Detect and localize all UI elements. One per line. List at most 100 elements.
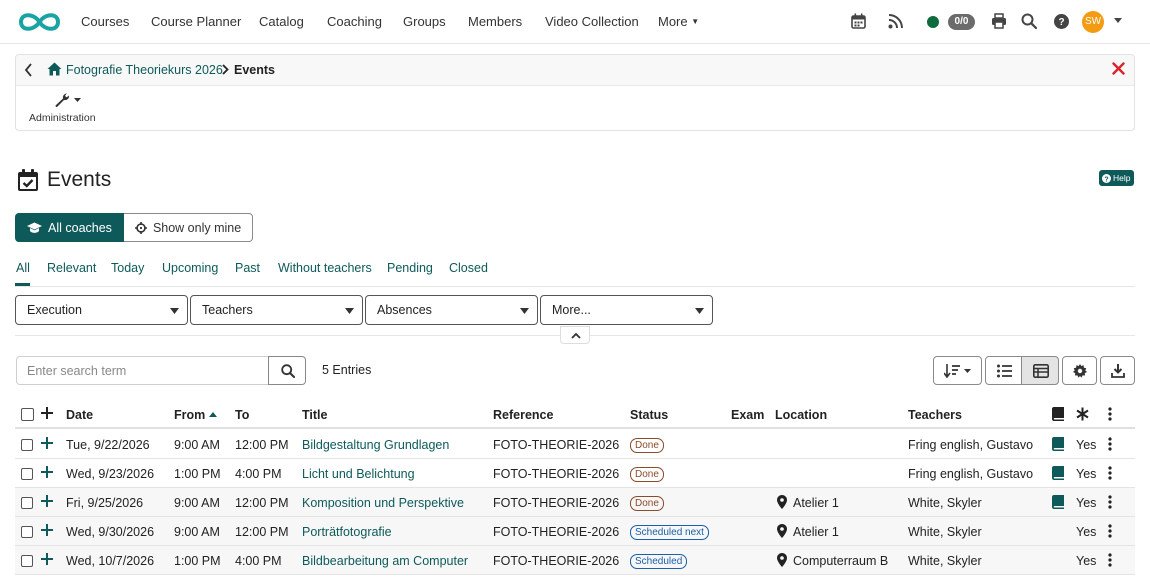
expand-row-icon[interactable] [41, 524, 53, 536]
tab-past[interactable]: Past [235, 261, 260, 275]
event-title-link[interactable]: Licht und Belichtung [302, 467, 415, 481]
chevron-down-icon[interactable] [1114, 18, 1122, 23]
column-title[interactable]: Title [302, 408, 327, 422]
all-coaches-label: All coaches [48, 220, 112, 235]
more-vertical-icon[interactable] [1108, 407, 1112, 421]
expand-row-icon[interactable] [41, 495, 53, 507]
course-toolbar: Fotografie Theoriekurs 2026 Events Admin… [15, 54, 1135, 131]
calendar-icon[interactable] [851, 13, 866, 29]
list-view-button[interactable] [985, 356, 1022, 385]
sort-icon [944, 364, 974, 378]
rss-icon[interactable] [888, 13, 903, 29]
home-icon[interactable] [47, 62, 62, 76]
nav-more-label: More [658, 14, 688, 29]
column-from[interactable]: From [174, 408, 217, 422]
user-avatar[interactable]: SW [1082, 11, 1104, 33]
online-status-icon[interactable] [927, 16, 939, 28]
expand-row-icon[interactable] [41, 437, 53, 449]
nav-groups[interactable]: Groups [403, 14, 446, 29]
event-title-link[interactable]: Porträtfotografie [302, 525, 392, 539]
administration-button[interactable] [54, 92, 82, 108]
column-date[interactable]: Date [66, 408, 93, 422]
counter-badge[interactable]: 0/0 [948, 14, 975, 30]
sort-asc-icon [208, 412, 217, 417]
event-title-link[interactable]: Komposition und Perspektive [302, 496, 464, 510]
expand-row-icon[interactable] [41, 553, 53, 565]
nav-courses[interactable]: Courses [81, 14, 129, 29]
breadcrumb-course-link[interactable]: Fotografie Theoriekurs 2026 [66, 63, 223, 77]
book-icon[interactable] [1052, 437, 1064, 451]
tab-closed[interactable]: Closed [449, 261, 488, 275]
column-location[interactable]: Location [775, 408, 827, 422]
asterisk-icon[interactable] [1076, 407, 1089, 421]
back-icon[interactable] [24, 63, 33, 77]
cell-to: 12:00 PM [235, 496, 289, 510]
row-actions-icon[interactable] [1108, 524, 1112, 538]
expand-all-icon[interactable] [41, 407, 53, 419]
row-checkbox[interactable] [21, 439, 33, 451]
search-icon[interactable] [1021, 13, 1037, 29]
select-all-checkbox[interactable] [21, 408, 34, 421]
event-tabs: All Relevant Today Upcoming Past Without… [15, 261, 1135, 287]
nav-video-collection[interactable]: Video Collection [545, 14, 639, 29]
row-actions-icon[interactable] [1108, 495, 1112, 509]
tab-without-teachers[interactable]: Without teachers [278, 261, 372, 275]
nav-coaching[interactable]: Coaching [327, 14, 382, 29]
download-button[interactable] [1100, 356, 1135, 385]
filter-execution[interactable]: Execution [15, 295, 188, 325]
filter-more[interactable]: More... [540, 295, 713, 325]
column-teachers[interactable]: Teachers [908, 408, 962, 422]
collapse-filters-button[interactable] [560, 326, 590, 344]
help-button[interactable]: ? Help [1099, 170, 1135, 186]
expand-row-icon[interactable] [41, 466, 53, 478]
cell-location: Atelier 1 [793, 525, 839, 539]
book-icon[interactable] [1052, 466, 1064, 480]
row-actions-icon[interactable] [1108, 466, 1112, 480]
print-icon[interactable] [991, 13, 1007, 29]
column-status[interactable]: Status [630, 408, 668, 422]
column-exam[interactable]: Exam [731, 408, 764, 422]
nav-catalog[interactable]: Catalog [259, 14, 304, 29]
filter-absences-label: Absences [377, 303, 432, 317]
status-badge: Done [630, 496, 664, 511]
table-row: Fri, 9/25/2026 9:00 AM 12:00 PM Komposit… [15, 488, 1135, 517]
column-reference[interactable]: Reference [493, 408, 553, 422]
search-input[interactable] [16, 356, 269, 385]
row-actions-icon[interactable] [1108, 553, 1112, 567]
book-icon[interactable] [1052, 495, 1064, 509]
column-to[interactable]: To [235, 408, 249, 422]
tab-all[interactable]: All [16, 261, 30, 275]
help-icon[interactable]: ? [1054, 14, 1069, 29]
tab-today[interactable]: Today [111, 261, 144, 275]
sort-button[interactable] [933, 356, 982, 385]
nav-course-planner[interactable]: Course Planner [151, 14, 241, 29]
table-view-button[interactable] [1021, 356, 1059, 385]
search-button[interactable] [268, 356, 306, 385]
settings-button[interactable] [1062, 356, 1097, 385]
cell-from: 9:00 AM [174, 525, 220, 539]
nav-members[interactable]: Members [468, 14, 522, 29]
show-only-mine-button[interactable]: Show only mine [123, 213, 254, 242]
tab-pending[interactable]: Pending [387, 261, 433, 275]
tab-relevant[interactable]: Relevant [47, 261, 96, 275]
row-actions-icon[interactable] [1108, 437, 1112, 451]
status-badge: Done [630, 438, 664, 453]
tab-upcoming[interactable]: Upcoming [162, 261, 218, 275]
close-icon[interactable] [1112, 62, 1125, 75]
event-title-link[interactable]: Bildbearbeitung am Computer [302, 554, 468, 568]
row-checkbox[interactable] [21, 555, 33, 567]
row-checkbox[interactable] [21, 526, 33, 538]
filter-absences[interactable]: Absences [365, 295, 538, 325]
book-icon[interactable] [1052, 407, 1064, 421]
administration-label[interactable]: Administration [29, 112, 96, 124]
calendar-check-icon [18, 169, 38, 191]
cell-date: Wed, 10/7/2026 [66, 554, 155, 568]
row-checkbox[interactable] [21, 468, 33, 480]
row-checkbox[interactable] [21, 497, 33, 509]
event-title-link[interactable]: Bildgestaltung Grundlagen [302, 438, 449, 452]
show-only-mine-label: Show only mine [152, 220, 242, 235]
nav-more[interactable]: More ▼ [658, 14, 699, 29]
logo-icon[interactable] [17, 10, 62, 34]
all-coaches-button[interactable]: All coaches [15, 213, 124, 242]
filter-teachers[interactable]: Teachers [190, 295, 363, 325]
